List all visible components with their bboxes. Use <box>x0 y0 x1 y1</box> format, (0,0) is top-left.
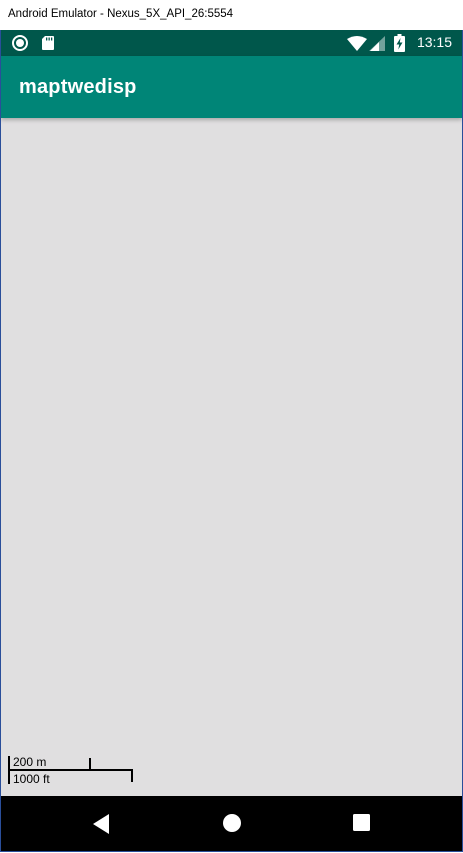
status-time: 13:15 <box>416 34 452 50</box>
sd-card-icon <box>42 36 54 50</box>
app-bar: maptwedisp <box>1 56 462 118</box>
navigation-bar <box>1 796 462 851</box>
emulator-window: Android Emulator - Nexus_5X_API_26:5554 <box>0 0 463 853</box>
scale-metric-label: 200 m <box>13 755 47 769</box>
back-icon <box>93 814 109 834</box>
home-icon <box>223 814 241 832</box>
recents-icon <box>353 814 370 831</box>
home-button[interactable] <box>191 796 271 851</box>
scale-imperial-label: 1000 ft <box>13 772 50 786</box>
status-bar[interactable]: 13:15 <box>1 30 462 56</box>
cell-signal-icon <box>369 36 385 51</box>
notification-circle-icon <box>12 35 28 51</box>
battery-charging-icon <box>394 34 405 52</box>
app-title: maptwedisp <box>19 76 137 98</box>
scale-bar: 200 m 1000 ft <box>7 754 147 786</box>
wifi-icon <box>347 36 367 51</box>
window-title: Android Emulator - Nexus_5X_API_26:5554 <box>8 8 234 20</box>
map-view[interactable]: 200 m 1000 ft <box>1 118 462 796</box>
window-title-bar[interactable]: Android Emulator - Nexus_5X_API_26:5554 <box>0 0 463 30</box>
back-button[interactable] <box>61 796 141 851</box>
recents-button[interactable] <box>321 796 401 851</box>
device-screen: 13:15 maptwedisp 200 m 1000 ft <box>0 30 463 852</box>
